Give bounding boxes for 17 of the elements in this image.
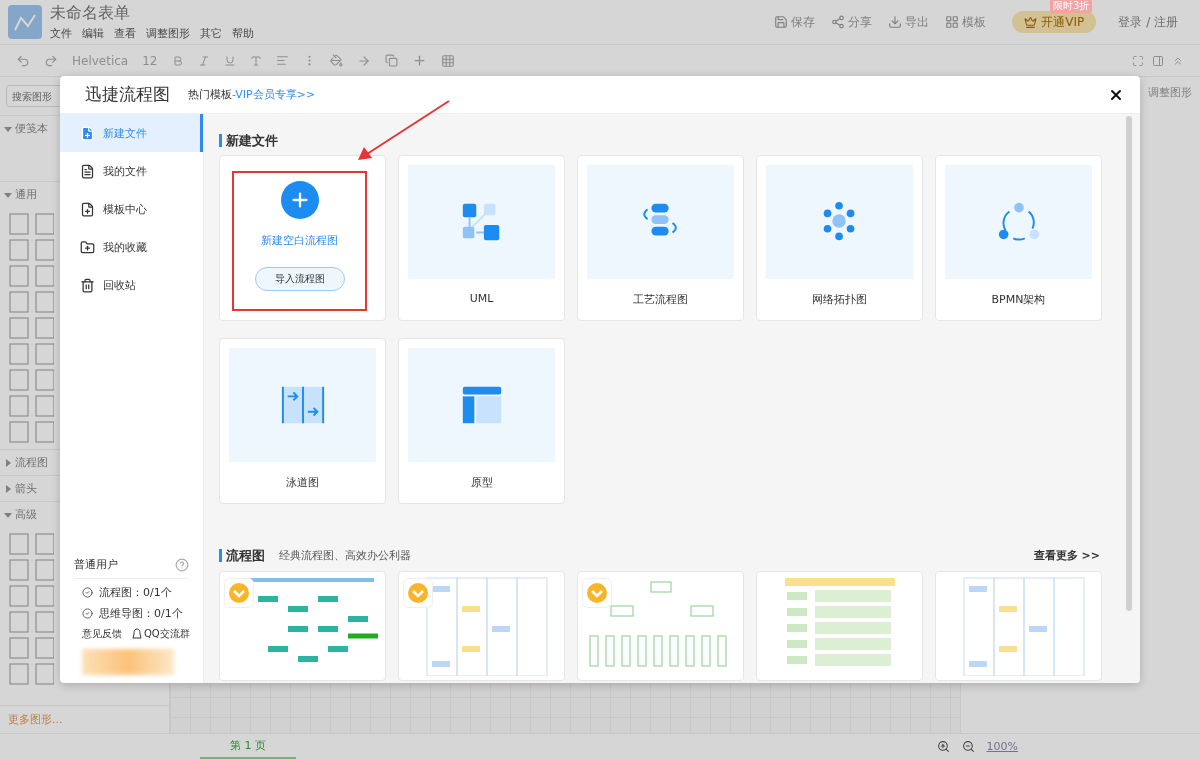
section-title: 新建文件	[219, 134, 278, 147]
section-subtitle: 经典流程图、高效办公利器	[279, 548, 411, 563]
panel-title: 调整图形	[1148, 85, 1192, 100]
quota-text: 流程图：0/1个	[99, 585, 172, 600]
dialog-title: 迅捷流程图	[85, 83, 170, 106]
template-label: 网络拓扑图	[812, 292, 867, 307]
quota-text: 思维导图：0/1个	[99, 606, 183, 621]
hot-templates-label: 热门模板	[188, 87, 232, 102]
template-label: 泳道图	[286, 475, 319, 490]
template-label: UML	[469, 292, 494, 305]
discount-badge: 限时3折	[1049, 0, 1093, 13]
section-title: 流程图	[219, 549, 265, 562]
template-label: BPMN架构	[991, 292, 1046, 307]
template-label: 工艺流程图	[633, 292, 688, 307]
template-label: 原型	[470, 475, 493, 490]
document-title: 未命名表单	[50, 3, 131, 24]
user-plan: 普通用户	[74, 557, 118, 572]
